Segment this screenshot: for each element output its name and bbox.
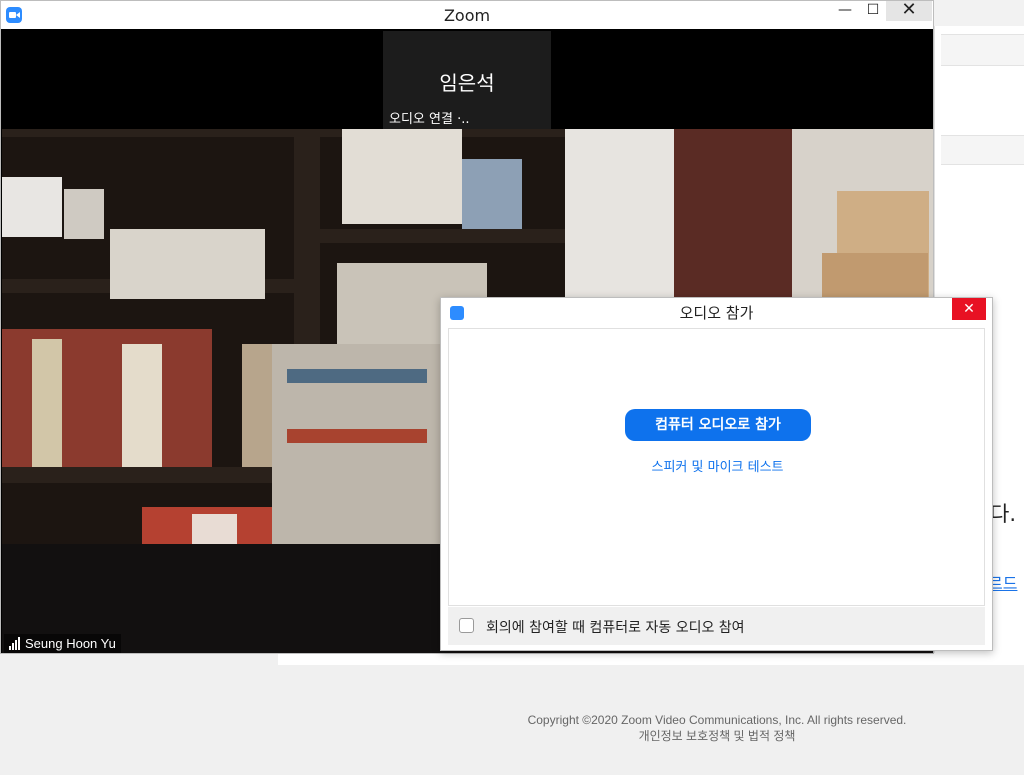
join-audio-dialog: 오디오 참가 ✕ 컴퓨터 오디오로 참가 스피커 및 마이크 테스트 회의에 참… <box>440 297 993 651</box>
participant-thumbnail[interactable]: 임은석 오디오 연결 ·.. <box>383 31 551 129</box>
dialog-close-button[interactable]: ✕ <box>952 298 986 320</box>
maximize-button[interactable]: ☐ <box>857 1 889 21</box>
participant-name: 임은석 <box>439 71 495 95</box>
audio-connecting-status: 오디오 연결 ·.. <box>384 107 475 128</box>
background-band <box>941 34 1024 66</box>
zoom-camera-icon <box>450 306 464 320</box>
dialog-footer: 회의에 참여할 때 컴퓨터로 자동 오디오 참여 <box>448 607 985 645</box>
background-content-edge <box>278 653 1024 665</box>
dialog-title: 오디오 참가 <box>679 304 754 322</box>
auto-join-audio-label[interactable]: 회의에 참여할 때 컴퓨터로 자동 오디오 참여 <box>486 617 745 637</box>
close-button[interactable]: ✕ <box>886 1 932 21</box>
join-computer-audio-button[interactable]: 컴퓨터 오디오로 참가 <box>625 409 811 441</box>
privacy-policy-link[interactable]: 개인정보 보호정책 및 법적 정책 <box>0 728 1024 744</box>
background-band <box>941 135 1024 165</box>
video-participant-name: Seung Hoon Yu <box>25 636 116 651</box>
test-speaker-mic-link[interactable]: 스피커 및 마이크 테스트 <box>449 456 986 475</box>
background-text-fragment: 다. <box>990 502 1016 526</box>
background-toolbar <box>934 0 1024 26</box>
window-title: Zoom <box>443 6 491 25</box>
auto-join-audio-checkbox[interactable] <box>459 618 474 633</box>
page-footer: Copyright ©2020 Zoom Video Communication… <box>0 712 1024 744</box>
dialog-body: 컴퓨터 오디오로 참가 스피커 및 마이크 테스트 <box>448 328 985 606</box>
copyright-text: Copyright ©2020 Zoom Video Communication… <box>527 713 907 727</box>
zoom-camera-icon <box>6 7 22 23</box>
video-participant-label: Seung Hoon Yu <box>4 634 121 653</box>
signal-strength-icon <box>9 636 21 653</box>
title-bar[interactable]: Zoom — ☐ ✕ <box>1 1 933 29</box>
